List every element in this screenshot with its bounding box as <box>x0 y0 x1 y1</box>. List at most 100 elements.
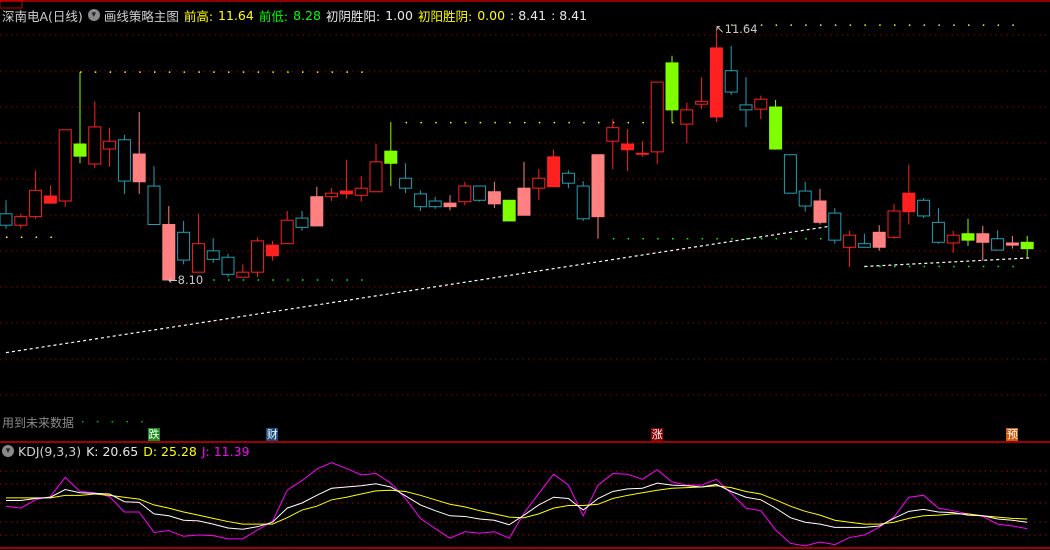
candle-body <box>147 185 161 225</box>
candle <box>843 230 857 268</box>
candle-body <box>561 172 575 184</box>
kdj-j-line <box>5 462 1028 547</box>
candle-body <box>458 185 472 203</box>
candle-body <box>902 192 916 213</box>
candle-body <box>280 219 294 245</box>
candle <box>931 208 945 244</box>
candle-body <box>295 217 309 228</box>
candle <box>177 220 191 265</box>
candle-body <box>473 185 487 201</box>
candle-body <box>621 143 635 151</box>
candle-body <box>251 240 265 273</box>
candle <box>917 198 931 219</box>
kdj-name[interactable]: KDJ(9,3,3) <box>18 444 81 459</box>
candle-body <box>339 190 353 195</box>
candle-body <box>236 271 250 278</box>
low-price-value: 8.10 <box>177 273 204 287</box>
candle <box>413 190 427 211</box>
candle <box>576 181 590 221</box>
candle-body <box>1005 242 1019 246</box>
candle-body <box>946 234 960 244</box>
kdj-j-value: J: 11.39 <box>201 443 250 459</box>
candle-body <box>532 177 546 189</box>
trend-line <box>5 224 837 354</box>
candle <box>739 77 753 127</box>
prev-high-value: 11.64 <box>218 7 254 23</box>
candle-body <box>162 223 176 281</box>
candle <box>665 55 679 123</box>
candle-body <box>695 100 709 105</box>
candle-body <box>739 104 753 111</box>
candle <box>606 119 620 169</box>
candle-body <box>961 233 975 241</box>
candle-body <box>384 150 398 164</box>
candle <box>399 163 413 194</box>
future-dot <box>111 421 114 423</box>
main-chart-header: 深南电A(日线) ▾ 画线策略主图 前高: 11.64 前低: 8.28 初阴胜… <box>2 6 592 24</box>
chevron-down-icon[interactable]: ▾ <box>2 445 14 457</box>
candle-body <box>265 244 279 257</box>
candle-body <box>0 213 13 226</box>
prev-high-label: 前高: <box>183 8 214 24</box>
candle <box>147 166 161 225</box>
candle <box>265 240 279 261</box>
candle-body <box>709 47 723 118</box>
candle-body <box>177 231 191 261</box>
grid-lines <box>0 34 1050 536</box>
candle-body <box>635 152 649 155</box>
candle <box>769 99 783 150</box>
signal-badge: 预 <box>1006 428 1019 441</box>
candle <box>798 181 812 212</box>
candle <box>991 230 1005 251</box>
candle <box>88 101 102 169</box>
candle <box>43 185 57 204</box>
candle-body <box>606 127 620 142</box>
kdj-k-value: K: 20.65 <box>86 443 139 459</box>
candle-body <box>117 139 131 182</box>
candle-body <box>103 140 117 150</box>
candle-body <box>547 156 561 188</box>
candle-body <box>857 243 871 248</box>
chart-canvas[interactable] <box>0 0 1050 550</box>
candle <box>310 186 324 227</box>
stock-title[interactable]: 深南电A(日线) <box>2 6 83 25</box>
candle-body <box>754 98 768 110</box>
candle <box>976 225 990 261</box>
future-data-warning: 用到未来数据 <box>2 416 75 430</box>
candle <box>295 210 309 231</box>
candle-body <box>428 200 442 208</box>
future-dot <box>126 421 128 423</box>
candle-body <box>206 250 220 260</box>
candle <box>828 208 842 244</box>
chevron-down-icon[interactable]: ▾ <box>87 9 100 21</box>
candle <box>517 161 531 216</box>
candle-body <box>310 196 324 227</box>
indicator-name[interactable]: 画线策略主图 <box>104 6 179 25</box>
candle-body <box>413 193 427 208</box>
candle <box>961 218 975 246</box>
candle-body <box>43 195 57 204</box>
candle <box>458 181 472 206</box>
candle <box>473 185 487 202</box>
candle <box>724 45 738 95</box>
candle-body <box>650 81 664 153</box>
candle <box>887 203 901 239</box>
signal-badge: 财 <box>266 428 279 441</box>
candle-body <box>369 161 383 193</box>
candle-body <box>843 234 857 248</box>
candle <box>251 237 265 278</box>
candle-body <box>191 243 205 273</box>
candle-body <box>73 143 87 157</box>
candle <box>162 205 176 281</box>
candle <box>58 129 72 207</box>
candle <box>561 170 575 189</box>
candle <box>547 149 561 188</box>
kdj-lines <box>5 462 1028 547</box>
candle <box>369 144 383 193</box>
signal-badge: 跌 <box>148 428 160 441</box>
candle-body <box>798 190 812 207</box>
candle-body <box>931 221 945 243</box>
yang-win-yin-label: 初阳胜阴: <box>417 8 473 24</box>
candle <box>621 129 635 172</box>
candle-body <box>14 216 28 226</box>
